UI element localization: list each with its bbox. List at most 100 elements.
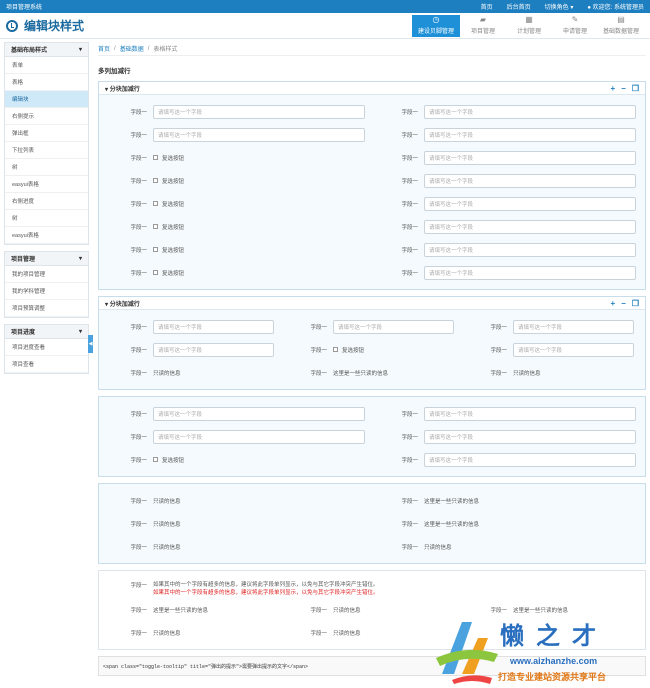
text-input[interactable]: 请填写这一个字段 <box>424 265 636 280</box>
sidebar-group: 基础布局样式 ▾ 表单 表格 编辑块 右侧提示 弹出框 下拉列表树 easyui表格 右侧进度树 e… <box>4 42 89 245</box>
checkbox-option[interactable]: 复选按钮 <box>333 346 364 354</box>
nav-item-applications[interactable]: ✎ 申请管理 <box>552 15 598 37</box>
text-input[interactable]: 请填写这一个字段 <box>153 319 274 334</box>
add-row-icon[interactable]: + <box>610 299 615 308</box>
sidebar-item[interactable]: 右侧进度 <box>5 193 88 210</box>
remove-row-icon[interactable]: − <box>621 299 626 308</box>
form-row: 字段一 复选按钮 字段一 请填写这一个字段 <box>99 238 645 261</box>
text-input[interactable]: 请填写这一个字段 <box>424 127 636 142</box>
text-input[interactable]: 请填写这一个字段 <box>424 150 636 165</box>
text-input[interactable]: 请填写这一个字段 <box>153 429 365 444</box>
form-field: 字段一 请填写这一个字段 <box>99 342 279 357</box>
form-field: 字段一 请填写这一个字段 <box>459 319 639 334</box>
remove-row-icon[interactable]: − <box>621 84 626 93</box>
field-label: 字段一 <box>401 178 418 185</box>
checkbox[interactable] <box>153 201 158 206</box>
text-input[interactable]: 请填写这一个字段 <box>424 104 636 119</box>
nav-item-projects[interactable]: ▰ 项目管理 <box>460 15 506 37</box>
text-input[interactable]: 请填写这一个字段 <box>424 173 636 188</box>
checkbox[interactable] <box>153 178 158 183</box>
panel-title: ▾ 分块加减行 <box>105 84 610 93</box>
nav-item-plans[interactable]: ▦ 计划管理 <box>506 15 552 37</box>
form-field: 字段一 只读的信息 <box>99 629 279 637</box>
checkbox-option[interactable]: 复选按钮 <box>153 246 184 254</box>
field-label: 字段一 <box>310 347 327 354</box>
field-label: 字段一 <box>130 583 147 589</box>
sidebar-group-header[interactable]: 基础布局样式 ▾ <box>5 43 88 57</box>
checkbox[interactable] <box>153 457 158 462</box>
clock-icon <box>6 19 18 32</box>
text-input[interactable]: 请填写这一个字段 <box>153 127 365 142</box>
sidebar-item[interactable]: 树 <box>5 159 88 176</box>
topnav-user-link[interactable]: ● 欢迎您: 系统管理员 <box>587 2 644 11</box>
text-input[interactable]: 请填写这一个字段 <box>424 452 636 467</box>
text-input[interactable]: 请填写这一个字段 <box>424 429 636 444</box>
sidebar-item[interactable]: 表格 <box>5 74 88 91</box>
sidebar-item[interactable]: 下拉列表 <box>5 142 88 159</box>
topnav-admin-link[interactable]: 后台首页 <box>507 2 531 11</box>
checkbox[interactable] <box>333 347 338 352</box>
sidebar-item[interactable]: 我的学科管理 <box>5 283 88 300</box>
sidebar-item[interactable]: 项目预算调整 <box>5 300 88 317</box>
text-input[interactable]: 请填写这一个字段 <box>153 104 365 119</box>
checkbox[interactable] <box>153 224 158 229</box>
checkbox-option[interactable]: 复选按钮 <box>153 154 184 162</box>
copy-icon[interactable]: ❐ <box>632 299 639 308</box>
checkbox[interactable] <box>153 247 158 252</box>
readonly-value: 只读的信息 <box>153 544 181 551</box>
panel-two-column: ▾ 分块加减行 + − ❐ 字段一 请填写这一个字段 字段一 请填写这一个字段 字段一 请填写… <box>98 81 646 290</box>
breadcrumb-home[interactable]: 首页 <box>98 44 110 53</box>
topnav-home-link[interactable]: 首页 <box>481 2 493 11</box>
sidebar-item[interactable]: easyui表格 <box>5 227 88 244</box>
checkbox[interactable] <box>153 155 158 160</box>
copy-icon[interactable]: ❐ <box>632 84 639 93</box>
form-field: 字段一 请填写这一个字段 <box>370 429 641 444</box>
topnav-switch-role[interactable]: 切换角色 ▾ <box>545 2 574 11</box>
form-row: 字段一 复选按钮 字段一 请填写这一个字段 <box>99 169 645 192</box>
checkbox-option[interactable]: 复选按钮 <box>153 269 184 277</box>
sidebar-group-header[interactable]: 项目管理 ▾ <box>5 252 88 266</box>
form-row: 字段一 请填写这一个字段 字段一 请填写这一个字段 字段一 请填写这一个字段 <box>99 315 645 338</box>
sidebar-item[interactable]: 右侧提示 <box>5 108 88 125</box>
sidebar-collapse-handle[interactable]: ◀ <box>88 335 93 353</box>
readonly-value: 只读的信息 <box>424 544 452 551</box>
text-input[interactable]: 请填写这一个字段 <box>424 406 636 421</box>
field-label: 字段一 <box>130 434 147 441</box>
nav-item-basedata[interactable]: ▤ 基础数据管理 <box>598 15 644 37</box>
sidebar-item[interactable]: 弹出框 <box>5 125 88 142</box>
sidebar-item[interactable]: 项目查看 <box>5 356 88 373</box>
text-input[interactable]: 请填写这一个字段 <box>424 219 636 234</box>
sidebar-item[interactable]: easyui表格 <box>5 176 88 193</box>
checkbox[interactable] <box>153 270 158 275</box>
sidebar-item[interactable]: 项目进度查看 <box>5 339 88 356</box>
field-label: 字段一 <box>130 544 147 551</box>
checkbox-option[interactable]: 复选按钮 <box>153 200 184 208</box>
text-input[interactable]: 请填写这一个字段 <box>513 342 634 357</box>
watermark-name: 懒之才 <box>500 621 608 650</box>
sidebar-item[interactable]: 树 <box>5 210 88 227</box>
form-field: 字段一 请填写这一个字段 <box>370 127 641 142</box>
sidebar-group-header[interactable]: 项目进度 ▾ <box>5 325 88 339</box>
text-input[interactable]: 请填写这一个字段 <box>333 319 454 334</box>
text-input[interactable]: 请填写这一个字段 <box>153 406 365 421</box>
text-input[interactable]: 请填写这一个字段 <box>424 242 636 257</box>
breadcrumb-current: 表格样式 <box>153 47 178 53</box>
text-input[interactable]: 请填写这一个字段 <box>424 196 636 211</box>
sidebar-item[interactable]: 我的项目管理 <box>5 266 88 283</box>
text-input[interactable]: 请填写这一个字段 <box>153 342 274 357</box>
checkbox-option[interactable]: 复选按钮 <box>153 177 184 185</box>
breadcrumb-basedata[interactable]: 基础数据 <box>120 44 144 53</box>
checkbox-option[interactable]: 复选按钮 <box>153 223 184 231</box>
field-label: 字段一 <box>401 544 418 551</box>
nav-item-construction[interactable]: ◷ 建设贝脚管理 <box>412 14 460 37</box>
field-label: 字段一 <box>310 630 327 637</box>
form-field: 字段一 复选按钮 <box>99 269 370 277</box>
add-row-icon[interactable]: + <box>610 84 615 93</box>
checkbox-option[interactable]: 复选按钮 <box>153 456 184 464</box>
readonly-value: 这里是一些只读的信息 <box>424 498 480 505</box>
nav-item-label: 基础数据管理 <box>602 29 639 35</box>
field-label: 字段一 <box>490 324 507 331</box>
sidebar-item[interactable]: 编辑块 <box>5 91 88 108</box>
sidebar-item[interactable]: 表单 <box>5 57 88 74</box>
text-input[interactable]: 请填写这一个字段 <box>513 319 634 334</box>
